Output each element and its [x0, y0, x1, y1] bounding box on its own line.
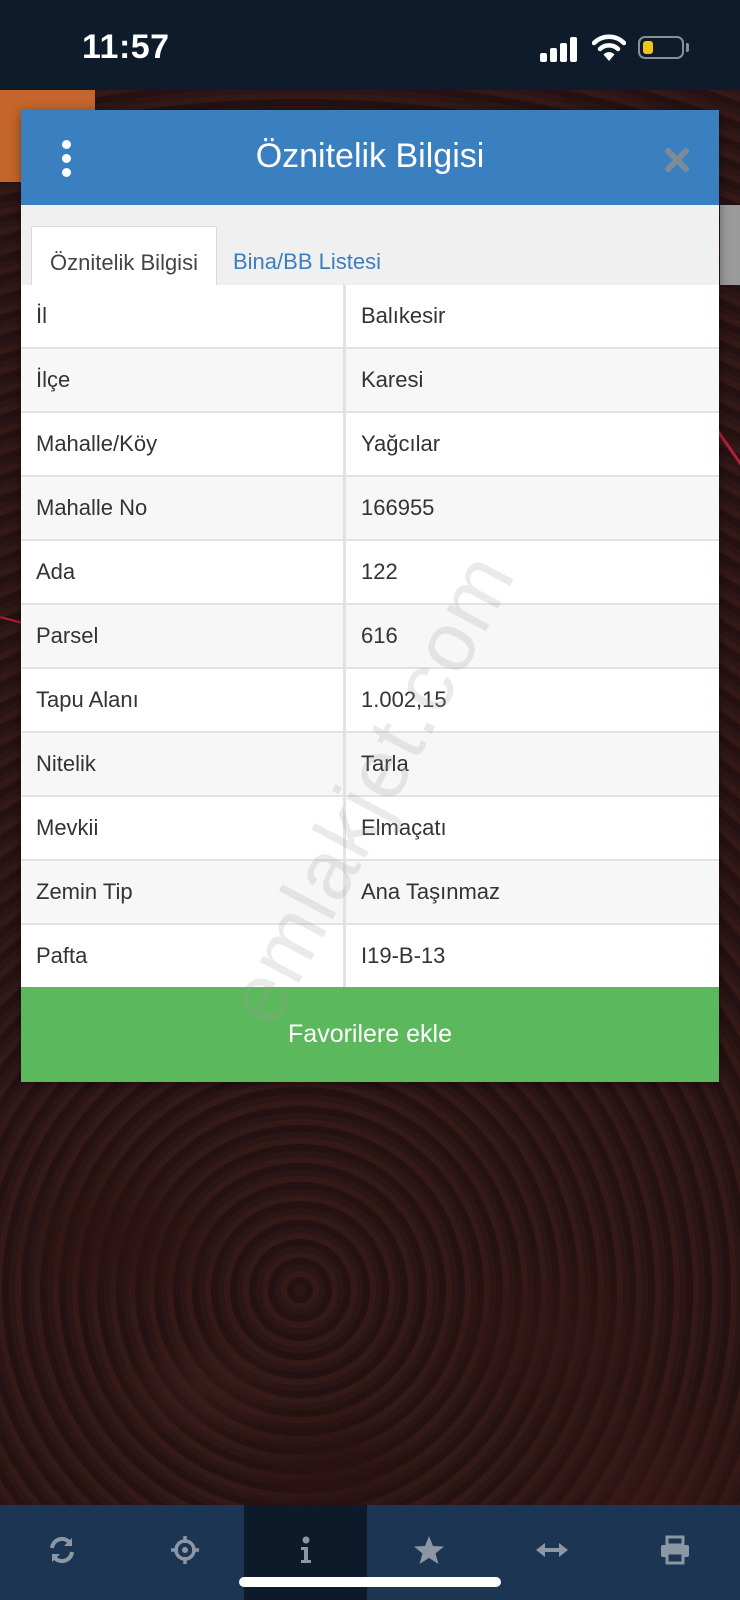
attribute-key: İl [21, 285, 346, 349]
close-icon[interactable] [661, 144, 693, 176]
cellular-signal-icon [540, 36, 578, 62]
attribute-value: Karesi [344, 348, 719, 413]
attribute-key: Zemin Tip [21, 860, 346, 925]
status-bar: 11:57 [0, 0, 740, 90]
add-to-favorites-button[interactable]: Favorilere ekle [21, 987, 719, 1082]
crosshair-icon [170, 1535, 200, 1570]
attribute-key: İlçe [21, 348, 346, 413]
print-icon [659, 1535, 691, 1570]
attribute-value: Yağcılar [344, 412, 719, 477]
status-time: 11:57 [82, 28, 170, 66]
map-side-handle[interactable] [720, 205, 740, 285]
table-row: Pafta I19-B-13 [21, 924, 719, 989]
dialog-header: Öznitelik Bilgisi [21, 110, 719, 205]
table-row: İlçe Karesi [21, 348, 719, 413]
table-row: Tapu Alanı 1.002,15 [21, 668, 719, 733]
attribute-value: Elmaçatı [344, 796, 719, 861]
dialog-title: Öznitelik Bilgisi [255, 137, 485, 175]
home-indicator[interactable] [239, 1577, 501, 1587]
refresh-icon [47, 1535, 77, 1570]
attribute-value: Tarla [344, 732, 719, 797]
attribute-key: Nitelik [21, 732, 346, 797]
locate-button[interactable] [123, 1505, 246, 1600]
attribute-key: Mahalle No [21, 476, 346, 541]
table-row: Parsel 616 [21, 604, 719, 669]
attribute-key: Ada [21, 540, 346, 605]
star-icon [413, 1535, 445, 1570]
battery-tip [686, 43, 689, 52]
attribute-table: İl Balıkesir İlçe Karesi Mahalle/Köy Yağcılar… [21, 285, 719, 989]
attribute-key: Tapu Alanı [21, 668, 346, 733]
measure-button[interactable] [490, 1505, 613, 1600]
table-row: Mevkii Elmaçatı [21, 796, 719, 861]
attribute-key: Pafta [21, 924, 346, 989]
attribute-value: 1.002,15 [344, 668, 719, 733]
attribute-key: Mahalle/Köy [21, 412, 346, 477]
table-row: Nitelik Tarla [21, 732, 719, 797]
battery-level [643, 41, 653, 54]
battery-icon [638, 36, 684, 59]
attribute-value: 122 [344, 540, 719, 605]
attribute-key: Parsel [21, 604, 346, 669]
table-row: Zemin Tip Ana Taşınmaz [21, 860, 719, 925]
attribute-value: Ana Taşınmaz [344, 860, 719, 925]
attribute-value: 616 [344, 604, 719, 669]
table-row: Mahalle/Köy Yağcılar [21, 412, 719, 477]
print-button[interactable] [613, 1505, 736, 1600]
attribute-value: I19-B-13 [344, 924, 719, 989]
wifi-icon [591, 33, 627, 63]
table-row: İl Balıkesir [21, 285, 719, 349]
table-row: Ada 122 [21, 540, 719, 605]
measure-arrows-icon [535, 1540, 569, 1565]
table-row: Mahalle No 166955 [21, 476, 719, 541]
attribute-info-dialog: Öznitelik Bilgisi Öznitelik Bilgisi Bina… [21, 110, 719, 1082]
attribute-value: Balıkesir [344, 285, 719, 349]
refresh-button[interactable] [0, 1505, 123, 1600]
attribute-value: 166955 [344, 476, 719, 541]
attribute-key: Mevkii [21, 796, 346, 861]
info-icon [298, 1535, 314, 1570]
